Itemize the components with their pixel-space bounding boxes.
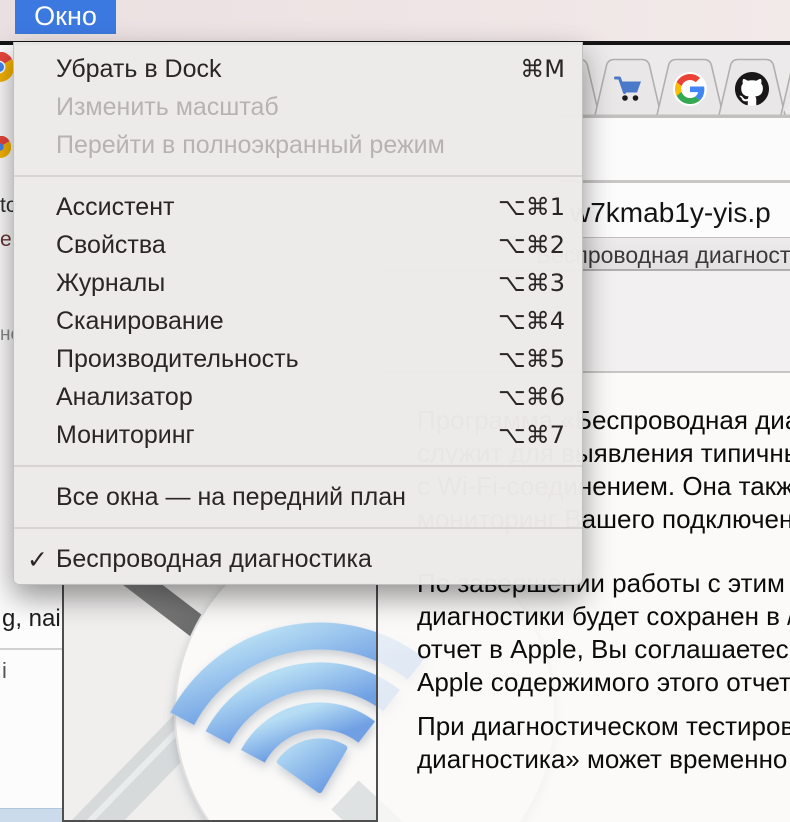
favicon-fragment-icon [0,136,11,158]
shortcut-label: ⌥⌘1 [498,193,565,221]
shortcut-label: ⌥⌘7 [498,421,565,449]
chrome-icon [0,52,14,82]
menu-item-minimize-to-dock[interactable]: Убрать в Dock ⌘M [14,50,582,88]
menu-item-enter-fullscreen: Перейти в полноэкранный режим [14,126,582,164]
clipped-text-fragment: i [2,658,7,684]
shortcut-label: ⌥⌘5 [498,345,565,373]
shortcut-label: ⌥⌘3 [498,269,565,297]
menu-item-analyzer[interactable]: Анализатор ⌥⌘6 [14,378,582,416]
checkmark-icon: ✓ [27,545,48,574]
shortcut-label: ⌥⌘6 [498,383,565,411]
menu-separator [14,175,582,177]
window-menu-panel: Убрать в Dock ⌘M Изменить масштаб Перейт… [13,42,583,585]
menu-item-info[interactable]: Свойства ⌥⌘2 [14,226,582,264]
report-paragraph: По завершении работы с этим ассистентом … [417,567,790,699]
browser-toolbar [560,118,790,183]
menu-item-monitoring[interactable]: Мониторинг ⌥⌘7 [14,416,582,454]
menu-item-bring-all-to-front[interactable]: Все окна — на передний план [14,478,582,516]
testing-paragraph: При диагностическом тестировании «Беспро… [417,710,790,776]
selection-highlight-strip [0,808,62,822]
wifi-magnifier-zoomed-image [62,583,378,822]
menu-item-performance[interactable]: Производительность ⌥⌘5 [14,340,582,378]
browser-tab-strip [560,45,790,118]
page-url-text: w7kmab1y-yis.p [570,197,771,229]
menu-bar: Окно [0,0,790,41]
google-icon [673,72,707,106]
divider [0,648,62,650]
menu-separator [14,527,582,529]
menu-item-scan[interactable]: Сканирование ⌥⌘4 [14,302,582,340]
menu-item-assistant[interactable]: Ассистент ⌥⌘1 [14,188,582,226]
shortcut-label: ⌥⌘4 [498,307,565,335]
menubar-item-window[interactable]: Окно [15,0,116,34]
wifi-icon [64,585,376,820]
screen: Беспроводная диагностика Программа «Бесп… [0,0,790,822]
clipped-text-fragment: g, nai [2,605,61,633]
shortcut-label: ⌥⌘2 [498,231,565,259]
github-icon [735,72,769,106]
menu-item-zoom: Изменить масштаб [14,88,582,126]
menu-item-logs[interactable]: Журналы ⌥⌘3 [14,264,582,302]
shortcut-label: ⌘M [520,55,565,83]
menu-separator [14,465,582,467]
menu-item-wireless-diagnostics-window[interactable]: ✓ Беспроводная диагностика [14,540,582,578]
